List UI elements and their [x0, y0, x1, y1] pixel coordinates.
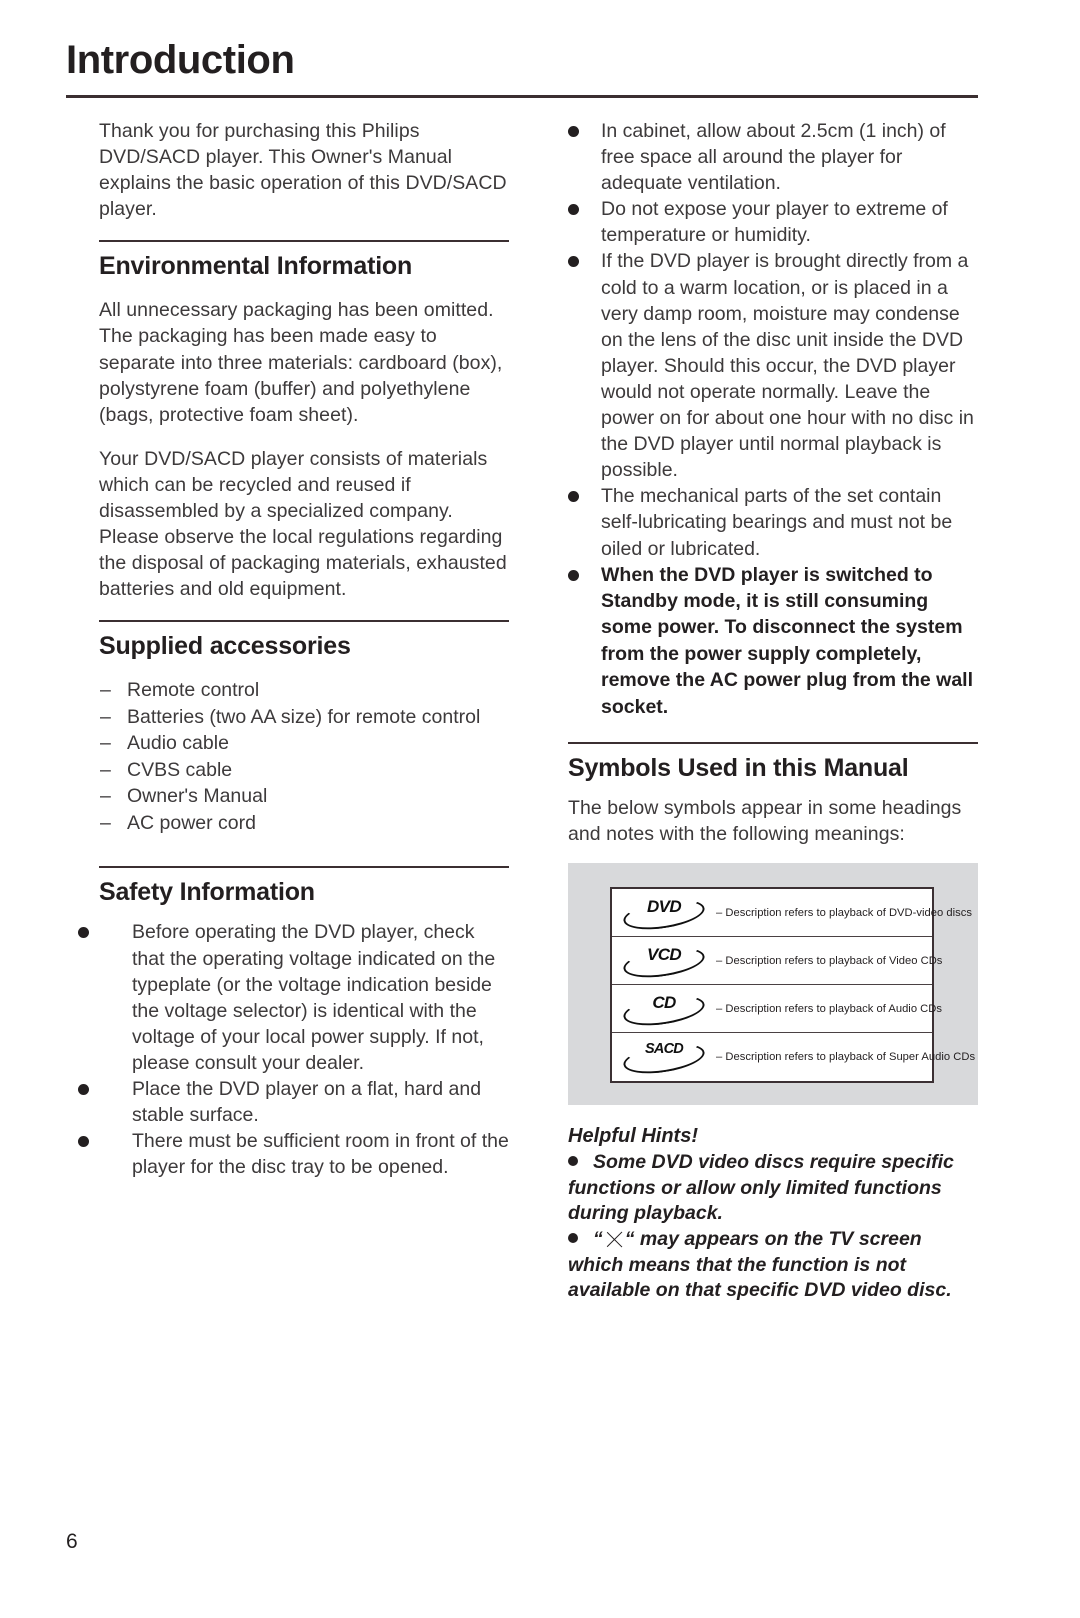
helpful-hints-block: Helpful Hints! Some DVD video discs requ…: [568, 1125, 980, 1304]
list-item: If the DVD player is brought directly fr…: [568, 248, 980, 483]
left-column: Thank you for purchasing this Philips DV…: [78, 118, 511, 1180]
cd-disc-icon: CD: [621, 990, 707, 1030]
bullet-icon: [568, 126, 579, 137]
list-item: Before operating the DVD player, check t…: [68, 919, 511, 1076]
vcd-logo-cell: VCD: [612, 942, 716, 982]
table-cell-description: – Description refers to playback of Supe…: [716, 1051, 976, 1064]
bullet-icon: [78, 927, 89, 939]
helpful-hints-title: Helpful Hints!: [568, 1125, 698, 1148]
list-item: There must be sufficient room in front o…: [68, 1128, 511, 1180]
section-divider: [568, 742, 978, 745]
environmental-heading: Environmental Information: [99, 252, 413, 281]
list-item-label: There must be sufficient room in front o…: [132, 1130, 509, 1179]
helpful-hint-label: Some DVD video discs require specific fu…: [568, 1151, 954, 1225]
symbols-intro: The below symbols appear in some heading…: [568, 797, 962, 846]
list-item: In cabinet, allow about 2.5cm (1 inch) o…: [568, 118, 980, 196]
list-item: – Owner's Manual: [99, 783, 511, 810]
table-cell-description: – Description refers to playback of Vide…: [716, 954, 943, 967]
disc-logo-label: CD: [652, 992, 676, 1012]
list-item-label: The mechanical parts of the set contain …: [601, 485, 953, 560]
bullet-icon: [78, 1083, 89, 1095]
helpful-hint-label: “ may appears on the TV screen which mea…: [568, 1228, 952, 1302]
bullet-icon: [568, 256, 579, 268]
list-item: – Audio cable: [99, 730, 511, 757]
quote-open: “: [593, 1228, 603, 1250]
list-item-label: Remote control: [127, 679, 260, 702]
dash-marker: –: [100, 785, 111, 808]
section-safety-information: Safety Information Before operating the …: [78, 866, 511, 1180]
table-cell-description: – Description refers to playback of Audi…: [716, 1002, 942, 1015]
list-item-label: Do not expose your player to extreme of …: [601, 198, 948, 247]
safety-continued-list: In cabinet, allow about 2.5cm (1 inch) o…: [568, 118, 980, 720]
dash-marker: –: [100, 679, 111, 702]
sacd-logo-cell: SACD: [612, 1038, 716, 1079]
list-item-label: When the DVD player is switched to Stand…: [601, 563, 973, 718]
list-item: – Remote control: [99, 677, 511, 704]
table-row: VCD – Description refers to playback of …: [612, 937, 942, 986]
list-item-label: Place the DVD player on a flat, hard and…: [132, 1077, 482, 1127]
helpful-hint-item: ““ may appears on the TV screen which me…: [568, 1227, 980, 1304]
list-item-label: In cabinet, allow about 2.5cm (1 inch) o…: [601, 120, 946, 195]
environmental-paragraph-1: All unnecessary packaging has been omitt…: [99, 299, 503, 426]
section-environmental-information: Environmental Information All unnecessar…: [99, 240, 511, 602]
section-divider: [99, 620, 509, 623]
list-item-label: CVBS cable: [127, 758, 233, 781]
title-divider: [66, 95, 978, 98]
disc-logo-label: DVD: [646, 896, 682, 916]
list-item-label: Owner's Manual: [127, 785, 268, 808]
bullet-icon: [568, 569, 579, 581]
dash-marker: –: [100, 811, 111, 834]
list-item-label: Audio cable: [127, 732, 229, 755]
helpful-hint-item: Some DVD video discs require specific fu…: [568, 1150, 980, 1227]
list-item: – AC power cord: [99, 810, 511, 837]
dash-marker: –: [100, 732, 111, 755]
list-item: – Batteries (two AA size) for remote con…: [99, 704, 511, 731]
dvd-disc-icon: DVD: [621, 894, 707, 934]
list-item-label: Batteries (two AA size) for remote contr…: [127, 705, 481, 728]
page-title: Introduction: [66, 38, 295, 82]
list-item-label: AC power cord: [127, 811, 256, 834]
dvd-logo-cell: DVD: [612, 894, 716, 934]
bullet-icon: [78, 1136, 89, 1148]
bullet-icon: [568, 491, 579, 503]
section-divider: [99, 240, 509, 243]
cross-x-icon: [604, 1229, 624, 1249]
manual-page: Introduction Thank you for purchasing th…: [0, 0, 1080, 1618]
safety-information-list: Before operating the DVD player, check t…: [78, 919, 511, 1180]
section-symbols-used: Symbols Used in this Manual The below sy…: [568, 742, 980, 1106]
right-column: In cabinet, allow about 2.5cm (1 inch) o…: [568, 118, 980, 1304]
bullet-icon: [568, 1233, 578, 1243]
bullet-icon: [568, 204, 579, 216]
intro-paragraph: Thank you for purchasing this Philips DV…: [99, 120, 507, 221]
dash-marker: –: [100, 758, 111, 781]
list-item: Do not expose your player to extreme of …: [568, 196, 980, 248]
symbols-table: DVD – Description refers to playback of …: [610, 887, 975, 1084]
list-item-label: Before operating the DVD player, check t…: [132, 921, 496, 1074]
symbols-panel: DVD – Description refers to playback of …: [568, 863, 978, 1106]
safety-information-heading: Safety Information: [99, 878, 315, 907]
list-item-emphasized: When the DVD player is switched to Stand…: [568, 562, 980, 720]
list-item-label: If the DVD player is brought directly fr…: [601, 250, 974, 482]
section-divider: [99, 866, 509, 869]
section-supplied-accessories: Supplied accessories – Remote control – …: [99, 620, 511, 836]
table-row: CD – Description refers to playback of A…: [612, 985, 942, 1034]
disc-logo-label: SACD: [645, 1041, 684, 1058]
environmental-paragraph-2: Your DVD/SACD player consists of materia…: [99, 447, 507, 601]
sacd-disc-icon: SACD: [621, 1038, 707, 1079]
bullet-icon: [568, 1156, 578, 1167]
table-row: DVD – Description refers to playback of …: [612, 889, 972, 938]
list-item: – CVBS cable: [99, 757, 511, 784]
table-cell-description: – Description refers to playback of DVD-…: [716, 906, 972, 919]
list-item: Place the DVD player on a flat, hard and…: [68, 1076, 511, 1128]
symbols-heading: Symbols Used in this Manual: [568, 754, 909, 783]
table-row: SACD – Description refers to playback of…: [612, 1033, 975, 1081]
list-item: The mechanical parts of the set contain …: [568, 483, 980, 561]
cd-logo-cell: CD: [612, 990, 716, 1030]
disc-logo-label: VCD: [646, 944, 682, 964]
supplied-accessories-list: – Remote control – Batteries (two AA siz…: [99, 677, 511, 836]
dash-marker: –: [100, 705, 111, 728]
page-number: 6: [66, 1530, 78, 1553]
supplied-accessories-heading: Supplied accessories: [99, 632, 351, 661]
vcd-disc-icon: VCD: [621, 942, 707, 982]
